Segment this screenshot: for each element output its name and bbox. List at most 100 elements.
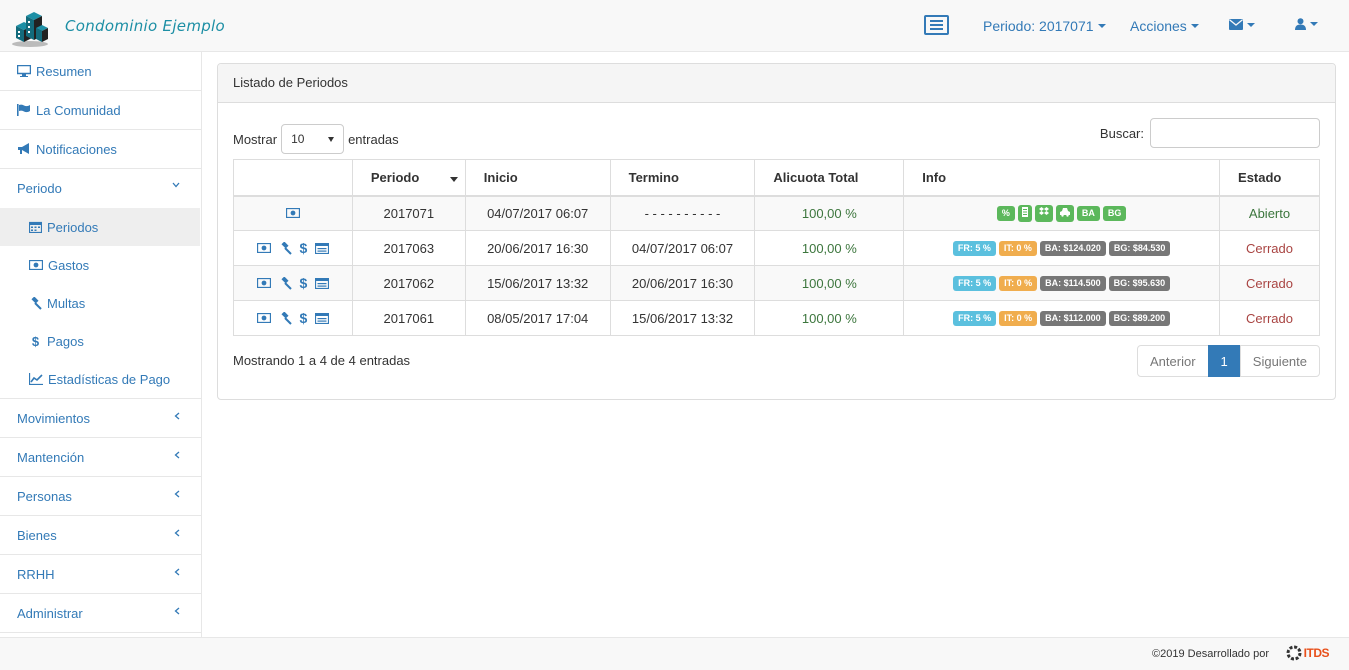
row-actions: $ <box>233 300 353 336</box>
sidebar: Resumen La Comunidad Notificaciones Peri… <box>0 52 202 638</box>
sidebar-item-rrhh[interactable]: RRHH <box>0 555 201 594</box>
row-actions: $ <box>233 265 353 301</box>
search-control: Buscar: <box>1100 118 1320 148</box>
periodo-dropdown[interactable]: Periodo: 2017071 <box>983 18 1106 34</box>
money-icon[interactable] <box>285 208 300 219</box>
flag-icon <box>17 104 30 116</box>
sidebar-item-label: La Comunidad <box>36 102 121 118</box>
list-icon[interactable] <box>315 277 330 289</box>
col-header-periodo[interactable]: Periodo <box>351 159 466 197</box>
bg-badge: BG: $84.530 <box>1108 240 1171 256</box>
page-footer: ©2019 Desarrollado por ITDS <box>0 637 1349 670</box>
sidebar-item-bienes[interactable]: Bienes <box>0 516 201 555</box>
chevron-down-icon <box>1310 22 1318 26</box>
money-icon[interactable] <box>256 243 271 253</box>
table-row: $ 2017061 08/05/2017 17:04 15/06/2017 13… <box>233 300 1320 336</box>
col-header-info[interactable]: Info <box>903 159 1221 197</box>
money-icon[interactable] <box>256 313 271 323</box>
receipt-icon <box>1017 204 1032 222</box>
col-header-alicuota[interactable]: Alicuota Total <box>754 159 905 197</box>
brand[interactable]: Condominio Ejemplo <box>8 4 225 48</box>
dollar-icon[interactable]: $ <box>300 310 308 326</box>
calendar-icon <box>29 221 42 233</box>
sidebar-item-notificaciones[interactable]: Notificaciones <box>0 130 201 169</box>
table-row: 2017071 04/07/2017 06:07 - - - - - - - -… <box>233 195 1320 231</box>
sidebar-item-label: Resumen <box>36 63 92 79</box>
cell-info: FR: 5 % IT: 0 % BA: $114.500 BG: $95.630 <box>903 265 1221 301</box>
table-row: $ 2017063 20/06/2017 16:30 04/07/2017 06… <box>233 230 1320 266</box>
cell-estado: Cerrado <box>1219 265 1320 301</box>
cell-periodo: 2017061 <box>351 300 466 336</box>
cell-estado: Cerrado <box>1219 230 1320 266</box>
cell-alicuota: 100,00 % <box>754 230 905 266</box>
sidebar-item-periodo[interactable]: Periodo <box>0 169 201 208</box>
next-page-button[interactable]: Siguiente <box>1239 345 1320 377</box>
search-input[interactable] <box>1150 118 1320 148</box>
it-badge: IT: 0 % <box>998 240 1037 256</box>
bg-badge: BG: $89.200 <box>1108 310 1171 326</box>
periodo-label: Periodo: 2017071 <box>983 18 1094 34</box>
sidebar-subitem-periodos[interactable]: Periodos <box>0 208 200 246</box>
user-dropdown[interactable] <box>1295 18 1318 30</box>
sidebar-item-administrar[interactable]: Administrar <box>0 594 201 633</box>
dollar-icon[interactable]: $ <box>300 275 308 291</box>
cell-termino: 15/06/2017 13:32 <box>609 300 756 336</box>
page-length-value: 10 <box>291 132 305 146</box>
col-header-estado[interactable]: Estado <box>1219 159 1320 197</box>
sidebar-subitem-label: Estadísticas de Pago <box>48 371 171 387</box>
sidebar-item-label: Notificaciones <box>36 141 117 157</box>
ba-badge: BA <box>1076 205 1100 221</box>
sidebar-subitem-pagos[interactable]: $ Pagos <box>0 322 201 360</box>
building-logo-icon <box>12 12 48 47</box>
sidebar-item-la-comunidad[interactable]: La Comunidad <box>0 91 201 130</box>
messages-dropdown[interactable] <box>1229 19 1255 30</box>
bg-badge: BG: $95.630 <box>1108 275 1171 291</box>
cell-termino: 20/06/2017 16:30 <box>609 265 756 301</box>
sidebar-item-personas[interactable]: Personas <box>0 477 201 516</box>
list-icon[interactable] <box>315 312 330 324</box>
itds-logo[interactable]: ITDS <box>1286 645 1330 661</box>
sidebar-item-resumen[interactable]: Resumen <box>0 52 201 91</box>
periodo-submenu: Periodos Gastos Multas $ Pagos Estadísti… <box>0 208 201 399</box>
sidebar-item-label: Mantención <box>17 449 85 465</box>
prev-page-button[interactable]: Anterior <box>1137 345 1209 377</box>
gavel-icon[interactable] <box>279 241 292 255</box>
sidebar-item-movimientos[interactable]: Movimientos <box>0 399 201 438</box>
chevron-down-icon <box>1247 22 1255 27</box>
line-chart-icon <box>29 373 43 385</box>
sidebar-subitem-estadisticas[interactable]: Estadísticas de Pago <box>0 360 201 398</box>
gavel-icon[interactable] <box>279 276 292 290</box>
sidebar-subitem-multas[interactable]: Multas <box>0 284 201 322</box>
search-label: Buscar: <box>1099 125 1144 141</box>
menu-toggle-icon[interactable] <box>924 15 949 35</box>
gavel-icon <box>31 296 42 310</box>
acciones-label: Acciones <box>1130 18 1187 34</box>
cell-inicio: 15/06/2017 13:32 <box>464 265 611 301</box>
list-icon[interactable] <box>315 242 330 254</box>
sidebar-subitem-label: Periodos <box>47 219 99 235</box>
sidebar-item-mantencion[interactable]: Mantención <box>0 438 201 477</box>
dollar-icon[interactable]: $ <box>300 240 308 256</box>
money-icon[interactable] <box>256 278 271 288</box>
sidebar-subitem-label: Gastos <box>48 257 90 273</box>
sort-desc-icon <box>449 177 458 182</box>
chevron-left-icon <box>174 412 180 420</box>
chevron-left-icon <box>174 607 180 615</box>
sidebar-subitem-gastos[interactable]: Gastos <box>0 246 201 284</box>
sidebar-item-label: Administrar <box>17 605 83 621</box>
page-1-button[interactable]: 1 <box>1207 345 1241 377</box>
gavel-icon[interactable] <box>279 311 292 325</box>
acciones-dropdown[interactable]: Acciones <box>1130 18 1199 34</box>
panel-title: Listado de Periodos <box>218 64 1335 103</box>
car-icon <box>1055 204 1074 222</box>
periodos-table: Periodo Inicio Termino Alicuota Total In… <box>233 159 1320 336</box>
cell-estado: Abierto <box>1219 195 1320 231</box>
col-header-termino[interactable]: Termino <box>609 159 756 197</box>
cell-termino: 04/07/2017 06:07 <box>609 230 756 266</box>
page-length-select[interactable]: 10 <box>281 124 345 154</box>
gear-logo-icon <box>1286 645 1302 661</box>
col-header-inicio[interactable]: Inicio <box>464 159 611 197</box>
periodos-panel: Listado de Periodos Mostrar 10 entradas … <box>217 63 1336 400</box>
cell-alicuota: 100,00 % <box>754 265 905 301</box>
sidebar-item-label: Movimientos <box>17 410 90 426</box>
